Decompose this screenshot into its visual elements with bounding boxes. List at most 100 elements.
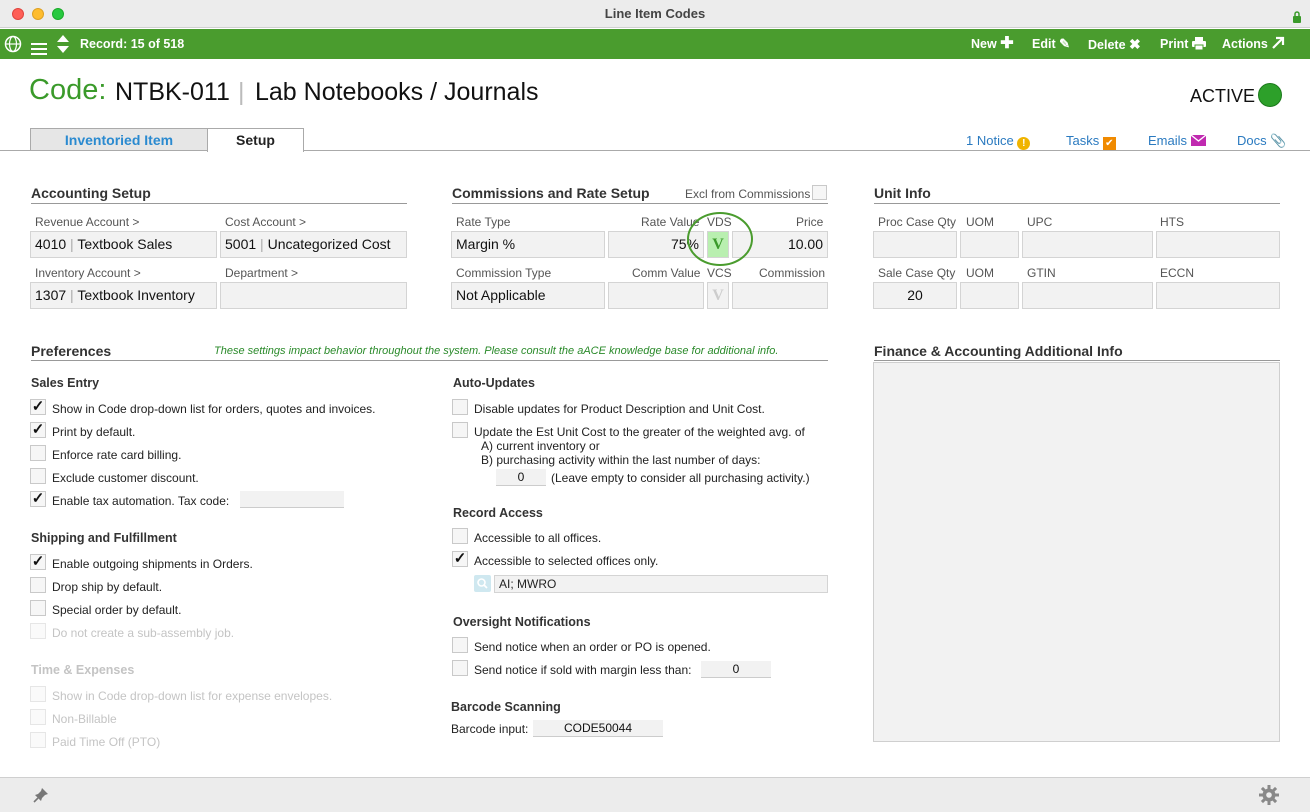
no-sub-assembly-label: Do not create a sub-assembly job. [52, 626, 235, 640]
task-check-icon: ✔ [1102, 137, 1116, 150]
special-order-label: Special order by default. [52, 603, 182, 617]
record-counter: Record: 15 of 518 [80, 37, 185, 51]
comm-value-label: Comm Value [632, 266, 701, 280]
show-in-dropdown-checkbox[interactable]: ✓ [30, 399, 46, 415]
tax-automation-checkbox[interactable]: ✓ [30, 491, 46, 507]
finance-notes-field[interactable] [873, 362, 1280, 742]
commission-type-field[interactable]: Not Applicable [451, 282, 605, 309]
cost-account-field[interactable]: 5001 | Uncategorized Cost [220, 231, 407, 258]
enforce-rate-card-checkbox[interactable] [30, 445, 46, 461]
margin-input[interactable]: 0 [701, 661, 771, 678]
option-a-label: A) current inventory or [481, 439, 600, 453]
upc-label: UPC [1027, 215, 1053, 229]
department-field[interactable] [220, 282, 407, 309]
days-note: (Leave empty to consider all purchasing … [551, 471, 810, 485]
excl-commissions-label: Excl from Commissions [685, 187, 811, 201]
rate-type-field[interactable]: Margin % [451, 231, 605, 258]
docs-link-label: Docs [1237, 133, 1267, 148]
disable-updates-label: Disable updates for Product Description … [474, 402, 765, 416]
emails-link[interactable]: Emails [1148, 133, 1207, 149]
inventory-account-name: Textbook Inventory [77, 287, 195, 303]
cost-account-sep: | [260, 236, 264, 252]
minimize-window-button[interactable] [32, 8, 44, 20]
revenue-account-field[interactable]: 4010 | Textbook Sales [30, 231, 217, 258]
no-sub-assembly-checkbox [30, 623, 46, 639]
barcode-input-label: Barcode input: [451, 722, 529, 736]
window-title-bar: Line Item Codes [0, 0, 1310, 28]
enable-shipments-checkbox[interactable]: ✓ [30, 554, 46, 570]
comm-value-field[interactable] [608, 282, 704, 309]
department-link[interactable]: Department > [225, 266, 298, 280]
actions-button-label: Actions [1222, 37, 1268, 51]
drop-ship-checkbox[interactable] [30, 577, 46, 593]
pin-icon[interactable] [33, 787, 49, 806]
gear-icon[interactable] [1258, 784, 1280, 809]
vcs-toggle[interactable]: V [707, 282, 729, 309]
tax-code-input[interactable] [240, 491, 344, 508]
code-value: NTBK-011 [115, 78, 230, 106]
cost-account-name: Uncategorized Cost [267, 236, 391, 252]
all-offices-label: Accessible to all offices. [474, 531, 602, 545]
warning-icon: ! [1017, 137, 1031, 150]
globe-icon[interactable] [4, 35, 22, 53]
sale-case-qty-field[interactable]: 20 [873, 282, 957, 309]
disable-updates-checkbox[interactable] [452, 399, 468, 415]
hts-field[interactable] [1156, 231, 1280, 258]
days-input[interactable]: 0 [496, 469, 546, 486]
gtin-label: GTIN [1027, 266, 1056, 280]
print-by-default-checkbox[interactable]: ✓ [30, 422, 46, 438]
menu-icon[interactable] [31, 37, 47, 55]
gtin-field[interactable] [1022, 282, 1153, 309]
edit-button-label: Edit [1032, 37, 1056, 51]
exclude-discount-checkbox[interactable] [30, 468, 46, 484]
notice-margin-checkbox[interactable] [452, 660, 468, 676]
special-order-checkbox[interactable] [30, 600, 46, 616]
inventory-account-link[interactable]: Inventory Account > [35, 266, 141, 280]
non-billable-label: Non-Billable [52, 712, 117, 726]
notice-link[interactable]: 1 Notice ! [966, 133, 1031, 150]
offices-field[interactable]: AI; MWRO [494, 575, 828, 593]
tasks-link[interactable]: Tasks ✔ [1066, 133, 1116, 150]
new-button[interactable]: New ✚ [971, 29, 1014, 59]
cost-account-code: 5001 [225, 236, 257, 252]
close-window-button[interactable] [12, 8, 24, 20]
revenue-account-code: 4010 [35, 236, 67, 252]
uom-field[interactable] [960, 231, 1019, 258]
notice-opened-checkbox[interactable] [452, 637, 468, 653]
eccn-field[interactable] [1156, 282, 1280, 309]
upc-field[interactable] [1022, 231, 1153, 258]
shipping-title: Shipping and Fulfillment [31, 531, 177, 545]
exclude-discount-label: Exclude customer discount. [52, 471, 199, 485]
delete-button-label: Delete [1088, 38, 1126, 52]
sale-case-qty-label: Sale Case Qty [878, 266, 956, 280]
uom2-label: UOM [966, 266, 994, 280]
cost-account-link[interactable]: Cost Account > [225, 215, 306, 229]
search-icon[interactable] [474, 575, 491, 592]
pencil-icon: ✎ [1059, 36, 1070, 51]
arrow-out-icon [1271, 31, 1285, 61]
revenue-account-name: Textbook Sales [77, 236, 173, 252]
edit-button[interactable]: Edit ✎ [1032, 29, 1070, 59]
docs-link[interactable]: Docs 📎 [1237, 133, 1286, 149]
update-est-cost-checkbox[interactable] [452, 422, 468, 438]
inventory-account-field[interactable]: 1307 | Textbook Inventory [30, 282, 217, 309]
record-access-title: Record Access [453, 506, 543, 520]
uom-label: UOM [966, 215, 994, 229]
selected-offices-checkbox[interactable]: ✓ [452, 551, 468, 567]
printer-icon [1191, 31, 1206, 61]
delete-button[interactable]: Delete ✖ [1088, 29, 1141, 59]
record-nav-arrows-icon[interactable] [56, 34, 70, 54]
commission-field[interactable] [732, 282, 828, 309]
excl-commissions-checkbox[interactable] [812, 185, 827, 200]
print-button[interactable]: Print [1160, 29, 1206, 59]
proc-case-qty-field[interactable] [873, 231, 957, 258]
zoom-window-button[interactable] [52, 8, 64, 20]
all-offices-checkbox[interactable] [452, 528, 468, 544]
tab-inventoried-item[interactable]: Inventoried Item [30, 128, 208, 151]
status-indicator[interactable] [1258, 83, 1282, 107]
uom2-field[interactable] [960, 282, 1019, 309]
barcode-input[interactable]: CODE50044 [533, 720, 663, 737]
revenue-account-link[interactable]: Revenue Account > [35, 215, 139, 229]
notice-opened-label: Send notice when an order or PO is opene… [474, 640, 711, 654]
actions-button[interactable]: Actions [1222, 29, 1285, 59]
